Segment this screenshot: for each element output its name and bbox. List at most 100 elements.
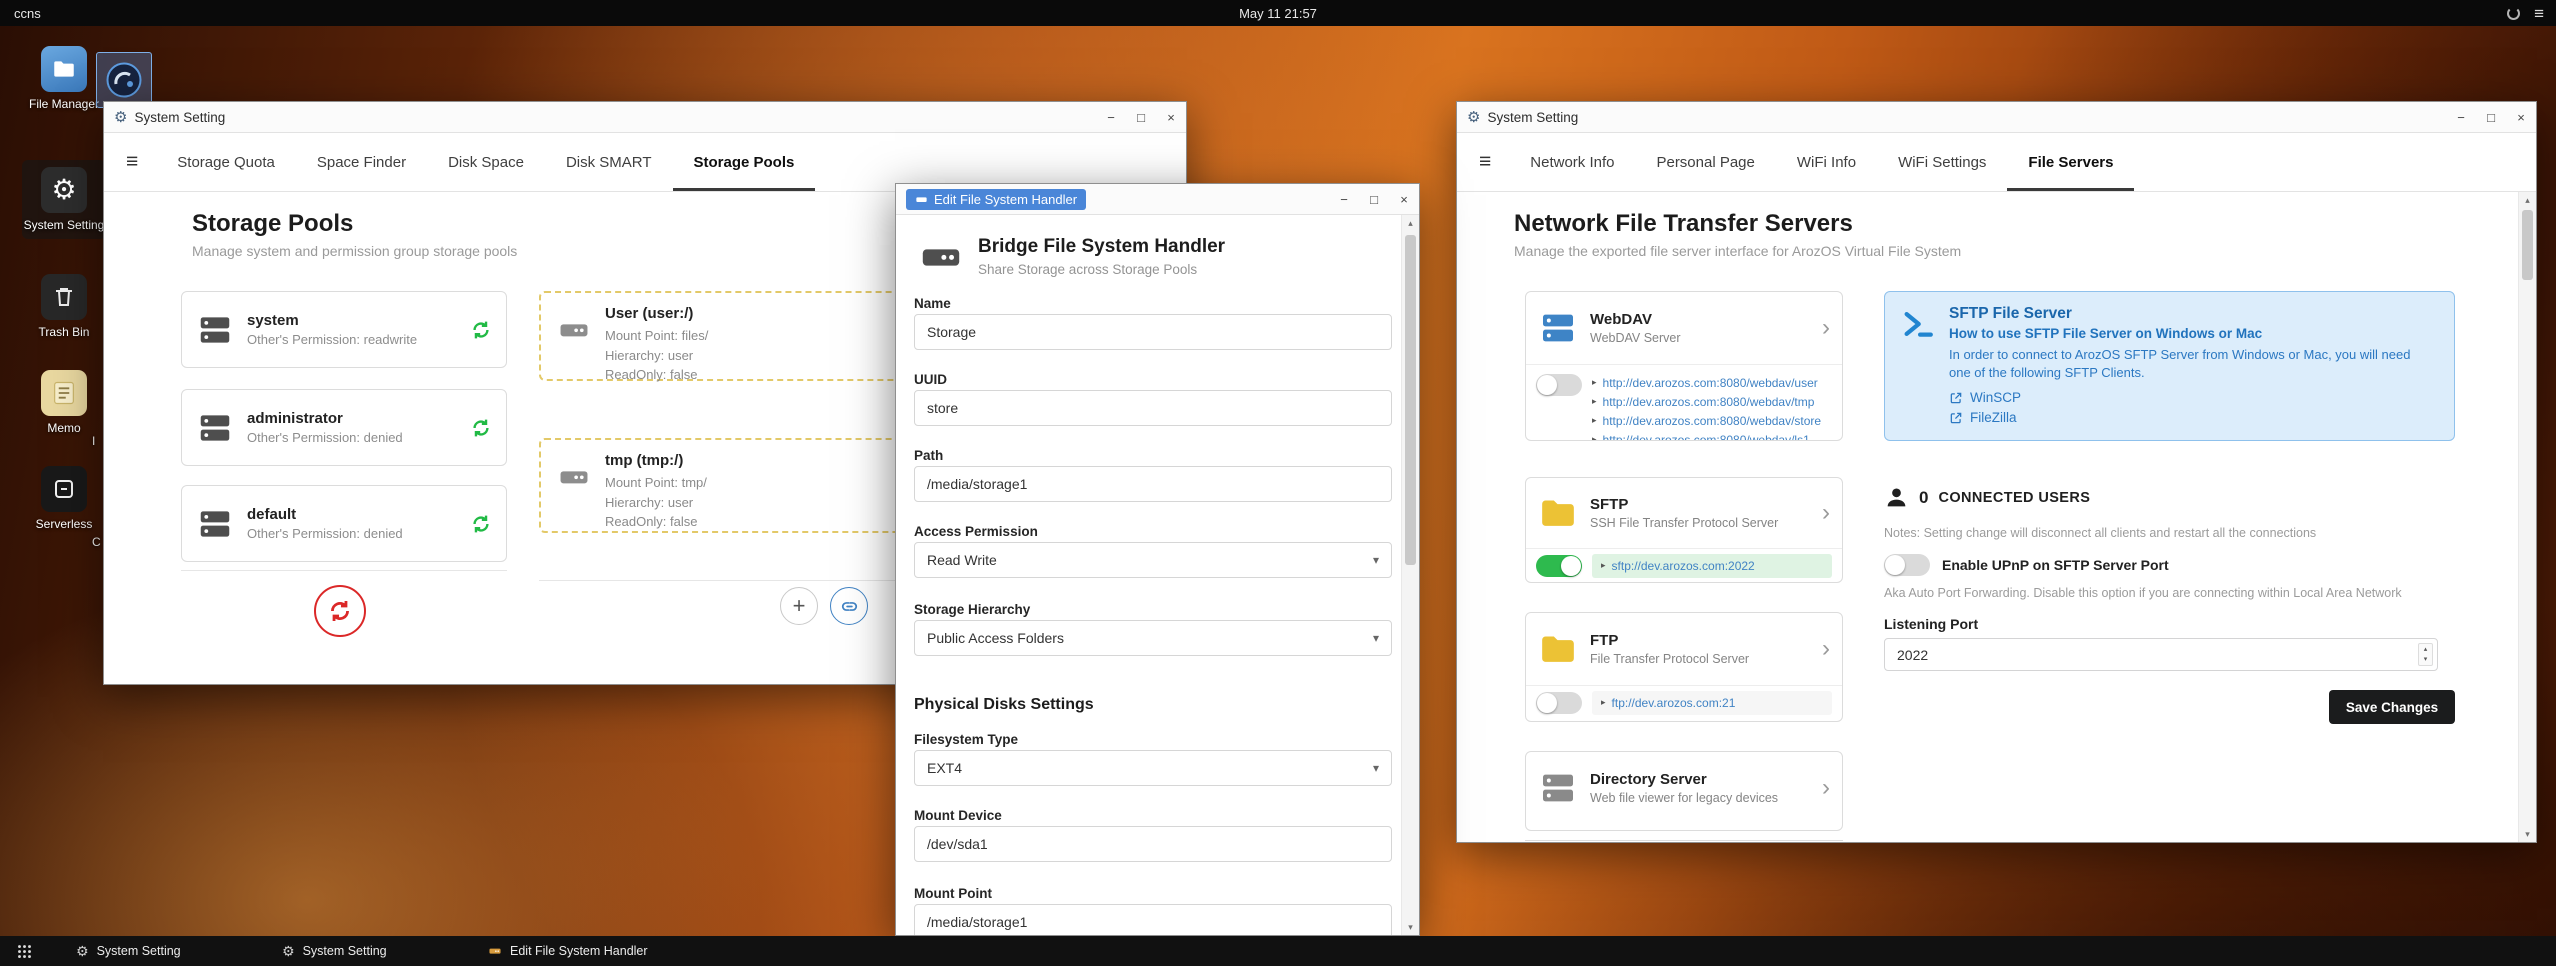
toggle-knob — [1537, 375, 1557, 395]
scroll-up-icon[interactable]: ▴ — [2519, 192, 2536, 208]
tab-wifi-settings[interactable]: WiFi Settings — [1877, 133, 2007, 191]
hostname-label: ccns — [14, 5, 41, 21]
chevron-right-icon[interactable]: › — [1822, 501, 1830, 525]
mount-point-input[interactable] — [914, 904, 1392, 935]
reload-pools-button[interactable] — [314, 585, 366, 637]
chevron-right-icon[interactable]: › — [1822, 316, 1830, 340]
pool-sync-icon[interactable] — [470, 319, 492, 341]
spin-down-icon[interactable]: ▾ — [2424, 655, 2428, 664]
close-button[interactable]: × — [1389, 184, 1419, 214]
minimize-button[interactable]: − — [2446, 102, 2476, 132]
external-link-icon — [1949, 411, 1963, 425]
listening-port-input[interactable] — [1884, 638, 2438, 671]
chevron-right-icon[interactable]: › — [1822, 776, 1830, 800]
filesystem-type-select[interactable]: EXT4 ▾ — [914, 750, 1392, 786]
window-titlebar[interactable]: ⚙ System Setting − □ × — [1457, 102, 2536, 133]
desktop-icon-selected-app[interactable] — [94, 52, 154, 108]
path-input[interactable] — [914, 466, 1392, 502]
storage-pool-card[interactable]: default Other's Permission: denied — [181, 485, 507, 562]
desktop-icon-memo[interactable]: Memo — [22, 370, 106, 436]
sftp-toggle[interactable] — [1536, 554, 1582, 577]
add-handler-button[interactable]: + — [780, 587, 818, 625]
webdav-url-link[interactable]: http://dev.arozos.com:8080/webdav/store — [1603, 412, 1822, 430]
window-titlebar[interactable]: Edit File System Handler − □ × — [896, 184, 1419, 215]
close-button[interactable]: × — [2506, 102, 2536, 132]
upnp-toggle[interactable] — [1884, 554, 1930, 576]
pool-sync-icon[interactable] — [470, 513, 492, 535]
desktop-icon-serverless[interactable]: Serverless — [22, 466, 106, 532]
pool-sync-icon[interactable] — [470, 417, 492, 439]
scroll-up-icon[interactable]: ▴ — [1402, 215, 1419, 231]
page-title: Storage Pools — [192, 210, 354, 237]
top-menu-icon[interactable]: ≡ — [2534, 5, 2544, 22]
tab-personal-page[interactable]: Personal Page — [1635, 133, 1775, 191]
server-name: SFTP — [1590, 496, 1629, 513]
scrollbar[interactable]: ▴ ▾ — [2518, 192, 2536, 842]
tab-storage-quota[interactable]: Storage Quota — [156, 133, 296, 191]
drive-icon — [557, 460, 591, 494]
webdav-url-link[interactable]: http://dev.arozos.com:8080/webdav/user — [1603, 374, 1818, 392]
mount-device-input[interactable] — [914, 826, 1392, 862]
tab-network-info[interactable]: Network Info — [1509, 133, 1635, 191]
close-button[interactable]: × — [1156, 102, 1186, 132]
spin-up-icon[interactable]: ▴ — [2424, 645, 2428, 654]
webdav-toggle[interactable] — [1536, 374, 1582, 396]
link-handler-button[interactable] — [830, 587, 868, 625]
tab-disk-smart[interactable]: Disk SMART — [545, 133, 673, 191]
winscp-link[interactable]: WinSCP — [1949, 390, 2419, 405]
number-spinner[interactable]: ▴ ▾ — [2418, 643, 2433, 666]
tab-file-servers[interactable]: File Servers — [2007, 133, 2134, 191]
sftp-server-card[interactable]: SFTP SSH File Transfer Protocol Server ›… — [1525, 477, 1843, 583]
taskbar-item-system-setting-1[interactable]: ⚙ System Setting — [48, 936, 254, 966]
webdav-server-card[interactable]: WebDAV WebDAV Server › ▸ http://dev.arozo… — [1525, 291, 1843, 441]
scroll-down-icon[interactable]: ▾ — [2519, 826, 2536, 842]
taskbar-item-edit-file-system-handler[interactable]: Edit File System Handler — [460, 936, 666, 966]
window-titlebar[interactable]: ⚙ System Setting − □ × — [104, 102, 1186, 133]
webdav-url-link[interactable]: http://dev.arozos.com:8080/webdav/ls1 — [1603, 431, 1810, 440]
sidebar-toggle-icon[interactable]: ≡ — [1457, 150, 1509, 174]
tab-wifi-info[interactable]: WiFi Info — [1776, 133, 1877, 191]
storage-pool-card[interactable]: system Other's Permission: readwrite — [181, 291, 507, 368]
app-launcher-button[interactable] — [0, 936, 48, 966]
scrollbar-thumb[interactable] — [2522, 210, 2533, 280]
maximize-button[interactable]: □ — [1126, 102, 1156, 132]
name-input[interactable] — [914, 314, 1392, 350]
ftp-url-link[interactable]: ftp://dev.arozos.com:21 — [1612, 696, 1736, 710]
storage-hierarchy-select[interactable]: Public Access Folders ▾ — [914, 620, 1392, 656]
gear-icon: ⚙ — [76, 943, 89, 959]
scroll-down-icon[interactable]: ▾ — [1402, 919, 1419, 935]
sftp-url-link[interactable]: sftp://dev.arozos.com:2022 — [1612, 559, 1755, 573]
uuid-input[interactable] — [914, 390, 1392, 426]
filezilla-link[interactable]: FileZilla — [1949, 410, 2419, 425]
maximize-button[interactable]: □ — [1359, 184, 1389, 214]
external-link-icon — [1949, 391, 1963, 405]
minimize-button[interactable]: − — [1096, 102, 1126, 132]
access-permission-select[interactable]: Read Write ▾ — [914, 542, 1392, 578]
scrollbar[interactable]: ▴ ▾ — [1401, 215, 1419, 935]
scrollbar-thumb[interactable] — [1405, 235, 1416, 565]
taskbar-item-system-setting-2[interactable]: ⚙ System Setting — [254, 936, 460, 966]
pool-name: default — [247, 506, 297, 523]
desktop-icon-system-setting[interactable]: ⚙ System Setting — [22, 160, 106, 239]
tab-storage-pools[interactable]: Storage Pools — [673, 133, 816, 191]
gear-icon: ⚙ — [41, 167, 87, 213]
tab-space-finder[interactable]: Space Finder — [296, 133, 427, 191]
chevron-right-icon[interactable]: › — [1822, 637, 1830, 661]
mount-hierarchy: Hierarchy: user — [605, 494, 694, 510]
ftp-server-card[interactable]: FTP File Transfer Protocol Server › ▸ ft… — [1525, 612, 1843, 722]
gear-icon: ⚙ — [282, 943, 295, 959]
tab-disk-space[interactable]: Disk Space — [427, 133, 545, 191]
ftp-toggle[interactable] — [1536, 691, 1582, 714]
storage-pool-card[interactable]: administrator Other's Permission: denied — [181, 389, 507, 466]
minimize-button[interactable]: − — [1329, 184, 1359, 214]
serverless-icon — [41, 466, 87, 512]
server-name: FTP — [1590, 632, 1619, 649]
client-label: WinSCP — [1970, 390, 2022, 406]
webdav-url-link[interactable]: http://dev.arozos.com:8080/webdav/tmp — [1603, 393, 1815, 411]
sidebar-toggle-icon[interactable]: ≡ — [104, 150, 156, 174]
sftp-url-row: ▸ sftp://dev.arozos.com:2022 — [1592, 553, 1832, 578]
desktop-icon-trash-bin[interactable]: Trash Bin — [22, 274, 106, 340]
maximize-button[interactable]: □ — [2476, 102, 2506, 132]
save-changes-button[interactable]: Save Changes — [2329, 690, 2455, 724]
directory-server-card[interactable]: Directory Server Web file viewer for leg… — [1525, 751, 1843, 831]
